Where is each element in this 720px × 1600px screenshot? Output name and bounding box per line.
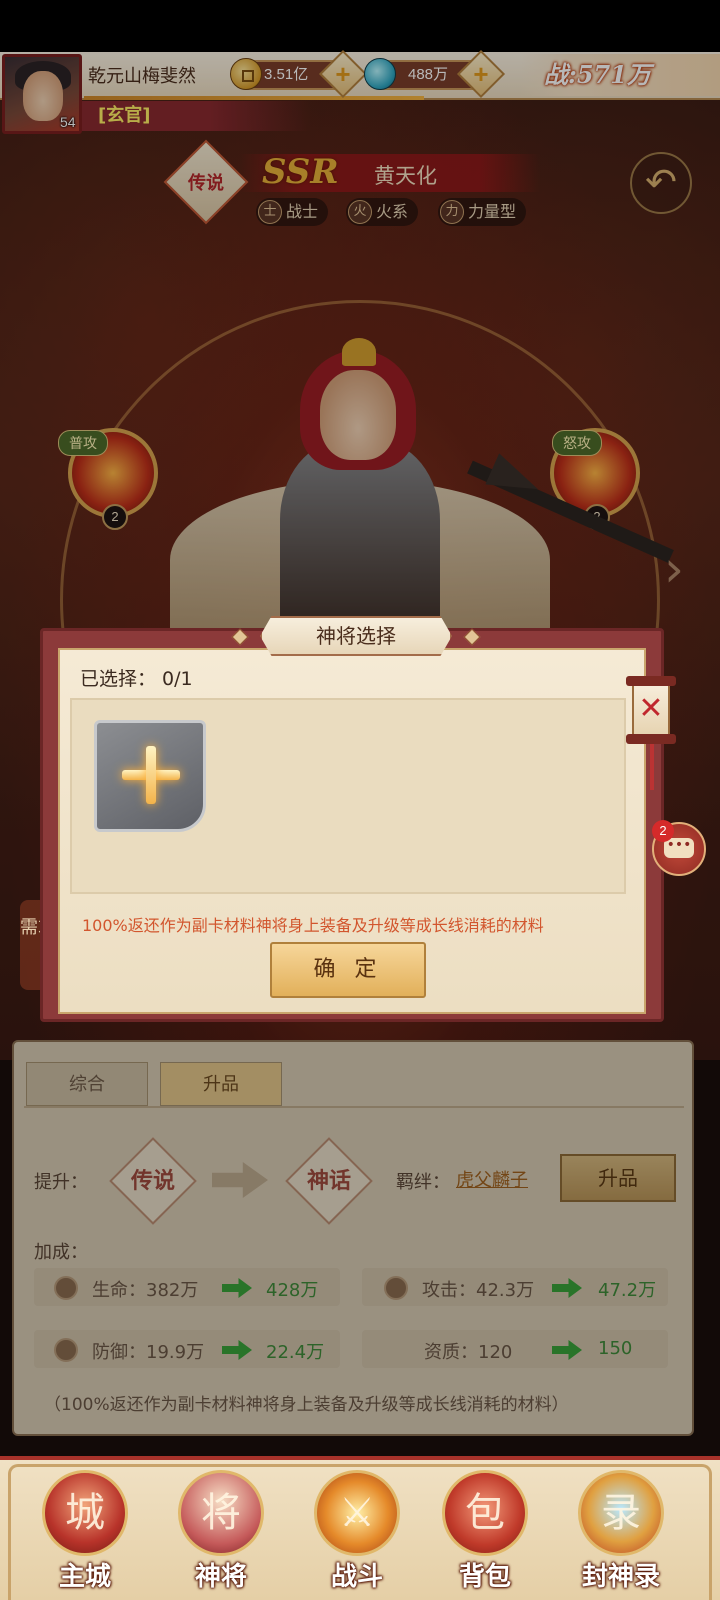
confirm-button[interactable]: 确 定 [270,942,426,998]
dialog-title: 神将选择 [316,624,396,648]
nav-label: 背包 [458,1562,511,1592]
plus-icon [146,746,156,804]
close-scroll-cap [626,734,676,744]
close-icon: ✕ [638,691,664,726]
nav-label: 战斗 [330,1562,383,1592]
nav-god-record[interactable]: 录 封神录 [556,1462,686,1600]
nav-label: 神将 [194,1562,247,1592]
nav-label: 封神录 [581,1562,660,1592]
nav-label: 主城 [58,1562,111,1592]
close-scroll-cap [626,676,676,686]
hero-glyph: 将 [201,1490,241,1536]
chat-bubble-icon: ••• [664,838,694,858]
selected-count: 已选择： 0/1 [80,668,193,690]
nav-main-city[interactable]: 城 主城 [20,1462,150,1600]
nav-hero[interactable]: 将 神将 [156,1462,286,1600]
battle-glyph: ⚔ [339,1490,375,1536]
dialog-note: 100%返还作为副卡材料神将身上装备及升级等成长线消耗的材料 [82,916,544,935]
god-record-glyph: 录 [601,1490,641,1536]
main-city-glyph: 城 [65,1490,105,1536]
nav-backpack[interactable]: 包 背包 [420,1462,550,1600]
nav-battle[interactable]: ⚔ 战斗 [292,1462,422,1600]
backpack-glyph: 包 [465,1490,505,1536]
close-tassel [650,740,654,790]
close-button[interactable]: ✕ [632,682,670,738]
chat-notification-badge: 2 [652,820,674,842]
